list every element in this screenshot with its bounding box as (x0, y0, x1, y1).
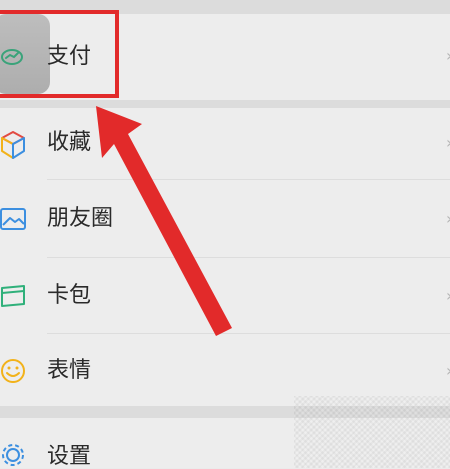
moments-image-icon (0, 208, 26, 230)
menu-item-label: 收藏 (47, 130, 92, 155)
watermark-noise (294, 396, 450, 468)
annotation-arrow (96, 106, 232, 336)
menu-item-label: 表情 (47, 358, 92, 383)
chevron-right-icon: › (446, 363, 450, 379)
highlight-box (0, 10, 119, 98)
card-pack-icon (1, 285, 25, 307)
chevron-right-icon: › (446, 48, 450, 64)
gear-icon (2, 444, 24, 466)
favorites-cube-icon (1, 131, 25, 159)
menu-item-label: 设置 (47, 444, 92, 469)
chevron-right-icon: › (446, 135, 450, 151)
chevron-right-icon: › (446, 211, 450, 227)
emoji-smile-icon (1, 359, 25, 383)
menu-item-label: 卡包 (47, 283, 92, 308)
chevron-right-icon: › (446, 288, 450, 304)
